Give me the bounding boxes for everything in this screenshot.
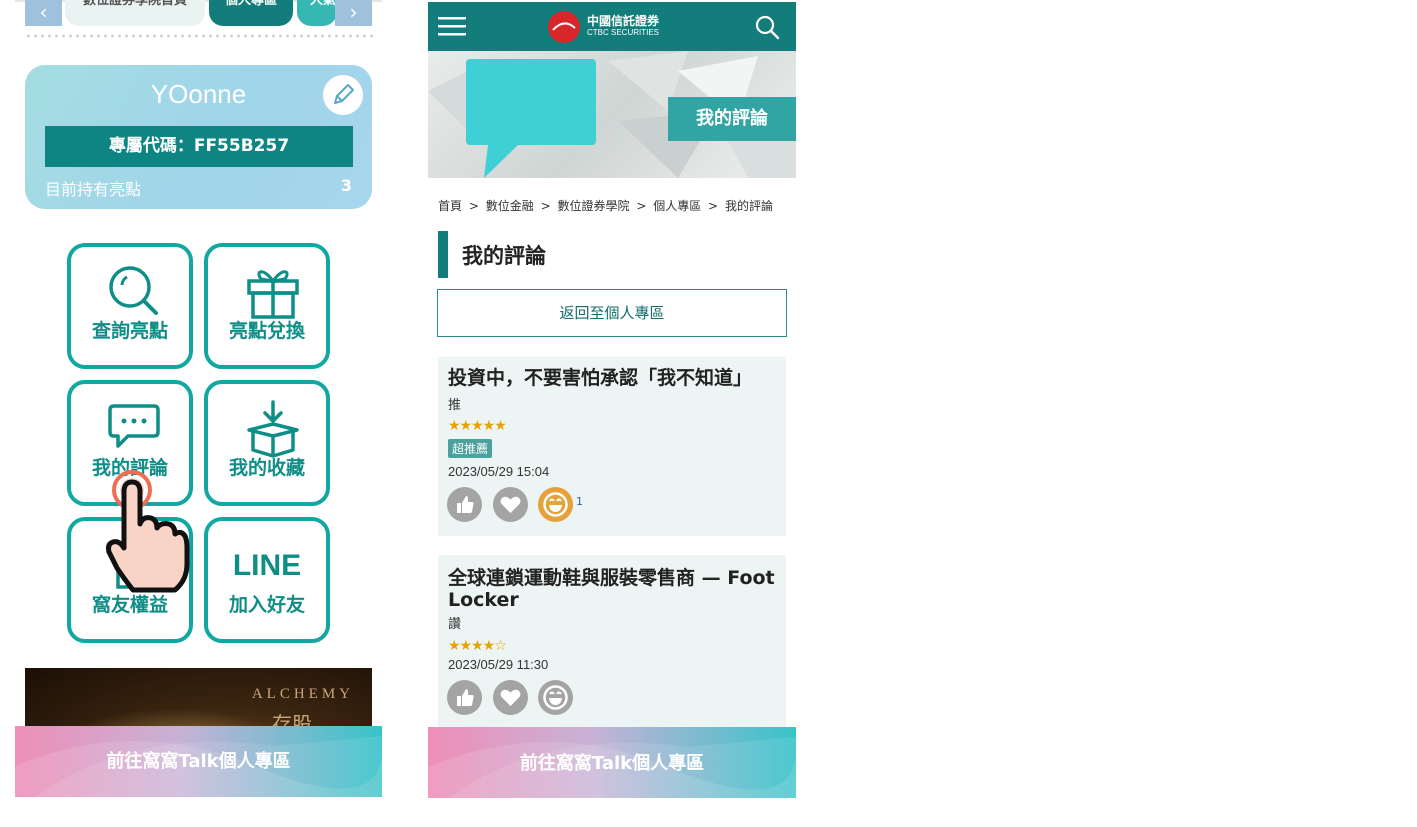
thumbs-up-icon (457, 689, 474, 706)
breadcrumb-home[interactable]: 首頁 (438, 199, 462, 213)
prev-tab-arrow[interactable]: ‹ (25, 0, 62, 26)
breadcrumb-separator: > (708, 199, 719, 213)
left-phone-screen: ‹ 數位證券學院首頁 個人專區 人氣 › YOonne 專屬代碼：FF55B25… (15, 0, 382, 797)
reaction-count: 1 (576, 495, 583, 508)
hero-tag: 我的評論 (668, 97, 796, 141)
thumbs-up-icon (457, 496, 474, 513)
next-tab-arrow[interactable]: › (335, 0, 372, 26)
query-points-tile[interactable]: 查詢亮點 (67, 243, 193, 369)
review-time: 2023/05/29 15:04 (448, 464, 550, 479)
line-logo: LINE (232, 549, 302, 582)
breadcrumb: 首頁 > 數位金融 > 數位證券學院 > 個人專區 > 我的評論 (438, 197, 776, 214)
points-value: 3 (340, 176, 352, 195)
search-icon (109, 266, 158, 315)
talk-button-label: 前往窩窩Talk個人專區 (519, 753, 705, 774)
breadcrumb-separator: > (540, 199, 551, 213)
tab-personal[interactable]: 個人專區 (209, 0, 293, 26)
love-button[interactable] (493, 487, 528, 522)
laugh-face-icon (543, 685, 568, 710)
review-badge: 超推薦 (448, 439, 493, 458)
profile-name: YOonne (150, 79, 247, 109)
review-stars: ★★★★★ (448, 418, 507, 434)
redeem-points-tile[interactable]: 亮點兌換 (204, 243, 330, 369)
talk-button-label: 前往窩窩Talk個人專區 (106, 751, 291, 772)
breadcrumb-personal[interactable]: 個人專區 (653, 199, 701, 213)
tile-label: 我的收藏 (228, 457, 305, 479)
heart-icon (500, 689, 521, 706)
review-title[interactable]: 投資中，不要害怕承認「我不知道」 (448, 367, 752, 389)
page-title: 我的評論 (462, 244, 546, 268)
laugh-button[interactable] (538, 680, 573, 715)
tap-hand-icon (106, 470, 190, 593)
brand-logo-icon (548, 11, 580, 43)
review-stars: ★★★★☆ (448, 638, 507, 654)
review-time: 2023/05/29 11:30 (448, 657, 549, 672)
tile-label: 窩友權益 (91, 594, 168, 616)
heart-icon (500, 496, 521, 513)
breadcrumb-digital[interactable]: 數位金融 (486, 199, 534, 213)
love-button[interactable] (493, 680, 528, 715)
banner-text: ALCHEMY (251, 686, 354, 702)
review-card[interactable]: 投資中，不要害怕承認「我不知道」 推 ★★★★★ 超推薦 2023/05/29 … (438, 357, 786, 536)
app-header: 中國信託證券 CTBC SECURITIES (428, 2, 796, 51)
laugh-face-icon (543, 492, 568, 517)
breadcrumb-academy[interactable]: 數位證券學院 (557, 199, 629, 213)
tile-label: 亮點兌換 (228, 320, 305, 342)
pencil-icon (334, 84, 354, 104)
like-button[interactable] (447, 680, 482, 715)
brand-name: 中國信託證券 (587, 14, 660, 28)
right-phone-screen: 中國信託證券 CTBC SECURITIES 我的評論 首頁 > 數位金融 > … (428, 2, 796, 798)
back-to-personal-button[interactable]: 返回至個人專區 (437, 289, 787, 337)
tile-label: 查詢亮點 (91, 320, 168, 342)
edit-profile-button[interactable] (323, 75, 363, 115)
dotted-divider (25, 33, 375, 39)
box-icon (247, 400, 299, 458)
gift-icon (247, 270, 299, 319)
laugh-button[interactable] (538, 487, 573, 522)
tab-popular[interactable]: 人氣 (297, 0, 337, 26)
review-category: 讚 (448, 617, 462, 632)
breadcrumb-current: 我的評論 (724, 199, 773, 213)
search-icon[interactable] (754, 14, 780, 40)
referral-code-bar: 專屬代碼：FF55B257 (45, 126, 353, 167)
title-accent-bar (438, 231, 448, 278)
tab-label: 人氣 (309, 0, 336, 8)
add-line-friend-tile[interactable]: LINE 加入好友 (204, 517, 330, 643)
points-label: 目前持有亮點 (45, 180, 142, 199)
tab-label: 數位證券學院首頁 (82, 0, 187, 8)
profile-card: YOonne 專屬代碼：FF55B257 目前持有亮點 3 (25, 65, 372, 209)
talk-personal-button[interactable]: 前往窩窩Talk個人專區 (15, 726, 382, 797)
like-button[interactable] (447, 487, 482, 522)
review-title[interactable]: 全球連鎖運動鞋與服裝零售商 — Foot Locker (448, 567, 778, 611)
review-card[interactable]: 全球連鎖運動鞋與服裝零售商 — Foot Locker 讚 ★★★★☆ 2023… (438, 555, 786, 735)
tile-label: 加入好友 (228, 594, 305, 616)
talk-personal-button[interactable]: 前往窩窩Talk個人專區 (428, 727, 796, 798)
breadcrumb-separator: > (468, 199, 479, 213)
brand-subname: CTBC SECURITIES (587, 28, 660, 37)
breadcrumb-separator: > (636, 199, 647, 213)
my-favorites-tile[interactable]: 我的收藏 (204, 380, 330, 506)
comment-icon (108, 404, 160, 448)
hero-banner: 我的評論 (428, 51, 796, 178)
tab-academy-home[interactable]: 數位證券學院首頁 (65, 0, 205, 26)
tab-label: 個人專區 (224, 0, 277, 8)
review-category: 推 (448, 398, 462, 413)
hamburger-menu-icon[interactable] (438, 14, 468, 38)
